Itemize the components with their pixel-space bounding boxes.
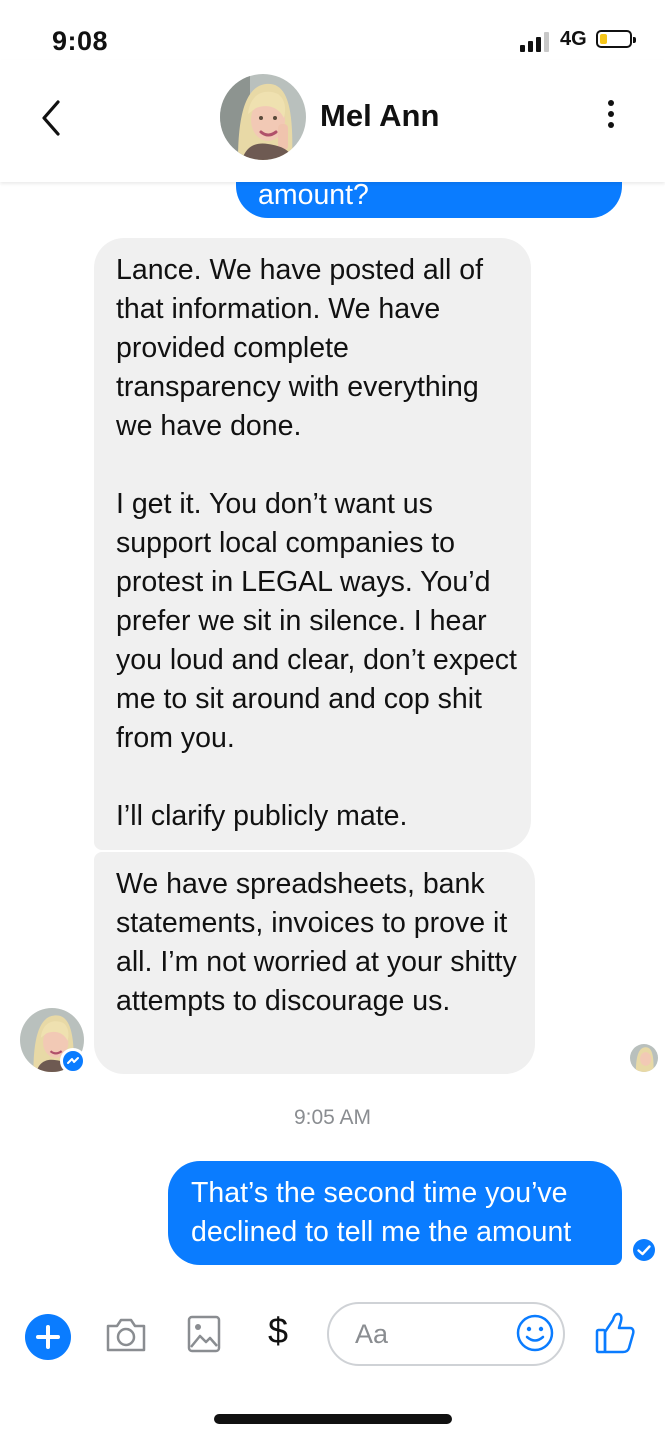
camera-icon[interactable]	[104, 1316, 148, 1354]
message-paragraph: I’ll clarify publicly mate.	[116, 800, 408, 832]
contact-name[interactable]: Mel Ann	[320, 98, 439, 134]
more-vertical-icon[interactable]	[604, 100, 618, 134]
plus-icon[interactable]	[25, 1314, 71, 1360]
message-paragraph: I get it. You don’t want us support loca…	[116, 488, 517, 754]
message-timestamp: 9:05 AM	[293, 1106, 372, 1129]
message-bubble-incoming[interactable]: We have spreadsheets, bank statements, i…	[94, 852, 535, 1074]
image-icon[interactable]	[186, 1314, 222, 1354]
delivered-check-icon	[633, 1239, 655, 1261]
home-indicator[interactable]	[214, 1414, 452, 1424]
messenger-badge-icon	[60, 1048, 86, 1074]
clock: 9:08	[52, 26, 109, 56]
status-bar: 9:08 4G	[0, 0, 665, 60]
message-bubble-incoming[interactable]: Lance. We have posted all of that inform…	[94, 238, 531, 850]
message-text: We have spreadsheets, bank statements, i…	[116, 868, 517, 1017]
seen-avatar	[630, 1044, 658, 1072]
contact-avatar[interactable]	[220, 74, 306, 160]
input-placeholder: Aa	[355, 1319, 389, 1349]
message-bubble-outgoing[interactable]: That’s the second time you’ve declined t…	[168, 1161, 622, 1265]
dollar-icon[interactable]: $	[268, 1310, 288, 1352]
message-text: That’s the second time you’ve declined t…	[191, 1177, 572, 1248]
sender-avatar[interactable]	[20, 1008, 86, 1074]
like-icon[interactable]	[594, 1310, 636, 1356]
message-composer: $ Aa	[0, 1290, 665, 1380]
emoji-icon[interactable]	[515, 1313, 555, 1353]
message-input[interactable]: Aa	[327, 1302, 565, 1366]
message-paragraph: Lance. We have posted all of that inform…	[116, 254, 484, 442]
message-text: amount?	[258, 179, 369, 211]
signal-icon	[520, 32, 552, 52]
conversation-header: Mel Ann	[0, 60, 665, 182]
battery-icon	[596, 30, 636, 48]
chevron-left-icon[interactable]	[38, 98, 64, 138]
network-type: 4G	[560, 28, 587, 50]
